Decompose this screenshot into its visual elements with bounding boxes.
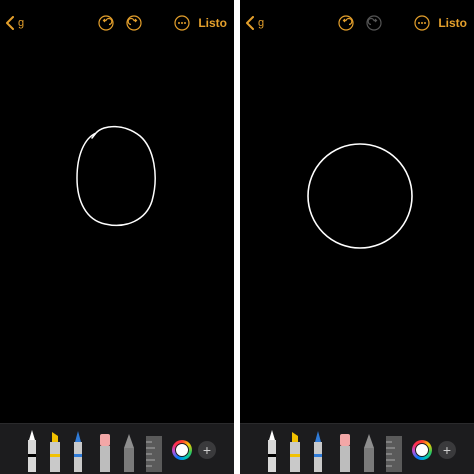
done-button[interactable]: Listo bbox=[438, 15, 467, 31]
add-icon[interactable]: + bbox=[438, 441, 456, 459]
back-button[interactable]: g bbox=[6, 14, 24, 32]
pen-icon bbox=[28, 430, 36, 472]
top-bar: g Listo bbox=[240, 0, 474, 46]
eraser-tool[interactable] bbox=[338, 430, 352, 472]
drawing-screen-freehand: g Listo + bbox=[0, 0, 234, 474]
pencil-tool[interactable] bbox=[72, 430, 84, 472]
marker-icon bbox=[50, 432, 60, 472]
eraser-tool[interactable] bbox=[98, 430, 112, 472]
freehand-circle-drawing bbox=[76, 125, 156, 226]
more-button[interactable] bbox=[174, 15, 190, 31]
eraser-icon bbox=[100, 434, 110, 472]
lasso-tool[interactable] bbox=[122, 430, 136, 472]
undo-icon bbox=[338, 15, 354, 31]
ruler-icon bbox=[386, 436, 402, 472]
chevron-left-icon bbox=[6, 16, 14, 30]
tool-palette: + bbox=[0, 423, 234, 474]
ruler-tool[interactable] bbox=[146, 430, 162, 472]
pen-tool[interactable] bbox=[266, 430, 278, 472]
pencil-icon bbox=[74, 431, 82, 472]
color-picker-icon[interactable] bbox=[412, 440, 432, 460]
ellipsis-icon bbox=[174, 15, 190, 31]
undo-icon bbox=[98, 15, 114, 31]
pencil-tool[interactable] bbox=[312, 430, 324, 472]
eraser-icon bbox=[340, 434, 350, 472]
lasso-icon bbox=[124, 434, 134, 472]
back-button[interactable]: g bbox=[246, 14, 264, 32]
chevron-left-icon bbox=[246, 16, 254, 30]
pen-icon bbox=[268, 430, 276, 472]
color-picker-icon[interactable] bbox=[172, 440, 192, 460]
lasso-icon bbox=[364, 434, 374, 472]
back-label: g bbox=[258, 17, 265, 29]
redo-button-disabled bbox=[366, 15, 382, 31]
ellipsis-icon bbox=[414, 15, 430, 31]
marker-icon bbox=[290, 432, 300, 472]
back-label: g bbox=[18, 17, 25, 29]
top-bar: g Listo bbox=[0, 0, 234, 46]
done-button[interactable]: Listo bbox=[198, 15, 227, 31]
pencil-icon bbox=[314, 431, 322, 472]
add-icon[interactable]: + bbox=[198, 441, 216, 459]
marker-tool[interactable] bbox=[288, 430, 302, 472]
undo-button[interactable] bbox=[338, 15, 354, 31]
drawing-canvas[interactable] bbox=[0, 46, 234, 424]
ruler-icon bbox=[146, 436, 162, 472]
drawing-screen-snapped: g Listo + bbox=[240, 0, 474, 474]
perfect-circle-drawing bbox=[307, 143, 413, 249]
pen-tool[interactable] bbox=[26, 430, 38, 472]
marker-tool[interactable] bbox=[48, 430, 62, 472]
undo-button[interactable] bbox=[98, 15, 114, 31]
more-button[interactable] bbox=[414, 15, 430, 31]
redo-icon bbox=[126, 15, 142, 31]
drawing-canvas[interactable] bbox=[240, 46, 474, 424]
tool-palette: + bbox=[240, 423, 474, 474]
lasso-tool[interactable] bbox=[362, 430, 376, 472]
ruler-tool[interactable] bbox=[386, 430, 402, 472]
redo-icon bbox=[366, 15, 382, 31]
redo-button[interactable] bbox=[126, 15, 142, 31]
